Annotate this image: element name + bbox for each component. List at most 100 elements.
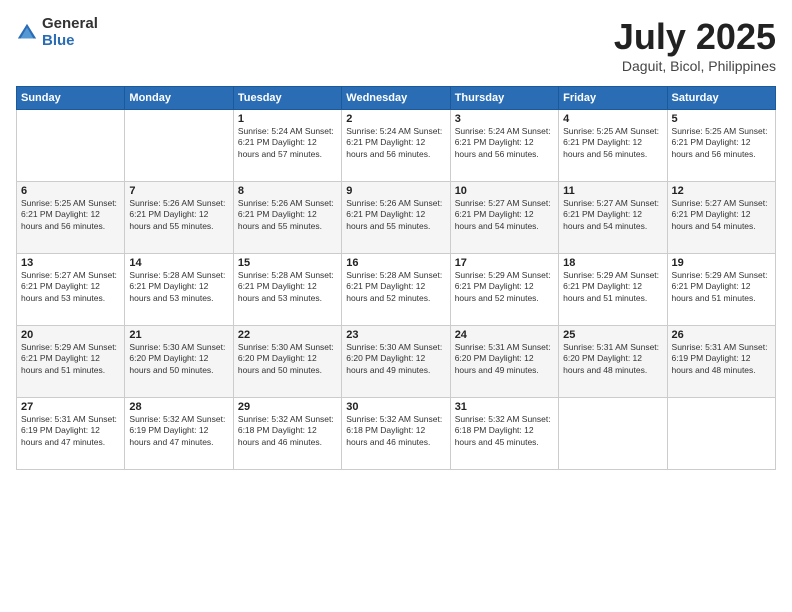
day-number: 12: [672, 185, 771, 197]
calendar-cell: 19Sunrise: 5:29 AM Sunset: 6:21 PM Dayli…: [667, 254, 775, 326]
calendar-week-row: 1 Sunrise: 5:24 AM Sunset: 6:21 PM Daylig…: [17, 110, 776, 182]
day-number: 31: [455, 401, 554, 413]
calendar-week-row: 6Sunrise: 5:25 AM Sunset: 6:21 PM Daylig…: [17, 182, 776, 254]
day-number: 21: [129, 329, 228, 341]
calendar-cell: 3Sunrise: 5:24 AM Sunset: 6:21 PM Daylig…: [450, 110, 558, 182]
day-number: 5: [672, 113, 771, 125]
cell-content: Sunrise: 5:26 AM Sunset: 6:21 PM Dayligh…: [129, 198, 228, 232]
cell-content: Sunrise: 5:30 AM Sunset: 6:20 PM Dayligh…: [129, 342, 228, 376]
cell-content: Sunrise: 5:29 AM Sunset: 6:21 PM Dayligh…: [563, 270, 662, 304]
calendar-header-row: SundayMondayTuesdayWednesdayThursdayFrid…: [17, 87, 776, 110]
cell-content: Sunrise: 5:31 AM Sunset: 6:19 PM Dayligh…: [21, 414, 120, 448]
day-number: 22: [238, 329, 337, 341]
day-number: 6: [21, 185, 120, 197]
calendar-table: SundayMondayTuesdayWednesdayThursdayFrid…: [16, 86, 776, 470]
cell-content: Sunrise: 5:28 AM Sunset: 6:21 PM Dayligh…: [129, 270, 228, 304]
calendar-week-row: 13Sunrise: 5:27 AM Sunset: 6:21 PM Dayli…: [17, 254, 776, 326]
cell-content: Sunrise: 5:28 AM Sunset: 6:21 PM Dayligh…: [346, 270, 445, 304]
calendar-cell: 24Sunrise: 5:31 AM Sunset: 6:20 PM Dayli…: [450, 326, 558, 398]
day-number: 10: [455, 185, 554, 197]
day-number: 27: [21, 401, 120, 413]
calendar-cell: [559, 398, 667, 470]
day-number: 29: [238, 401, 337, 413]
cell-content: Sunrise: 5:32 AM Sunset: 6:18 PM Dayligh…: [346, 414, 445, 448]
day-number: 1: [238, 113, 337, 125]
cell-content: Sunrise: 5:27 AM Sunset: 6:21 PM Dayligh…: [21, 270, 120, 304]
calendar-cell: 31Sunrise: 5:32 AM Sunset: 6:18 PM Dayli…: [450, 398, 558, 470]
day-header-wednesday: Wednesday: [342, 87, 450, 110]
day-number: 14: [129, 257, 228, 269]
title-block: July 2025 Daguit, Bicol, Philippines: [614, 16, 776, 74]
cell-content: Sunrise: 5:32 AM Sunset: 6:18 PM Dayligh…: [455, 414, 554, 448]
calendar-cell: 1Sunrise: 5:24 AM Sunset: 6:21 PM Daylig…: [233, 110, 341, 182]
cell-content: Sunrise: 5:25 AM Sunset: 6:21 PM Dayligh…: [21, 198, 120, 232]
cell-content: Sunrise: 5:26 AM Sunset: 6:21 PM Dayligh…: [238, 198, 337, 232]
cell-content: Sunrise: 5:24 AM Sunset: 6:21 PM Dayligh…: [455, 126, 554, 160]
calendar-cell: 2Sunrise: 5:24 AM Sunset: 6:21 PM Daylig…: [342, 110, 450, 182]
day-number: 2: [346, 113, 445, 125]
calendar-cell: 29Sunrise: 5:32 AM Sunset: 6:18 PM Dayli…: [233, 398, 341, 470]
calendar-cell: 7Sunrise: 5:26 AM Sunset: 6:21 PM Daylig…: [125, 182, 233, 254]
day-number: 8: [238, 185, 337, 197]
calendar-cell: 18Sunrise: 5:29 AM Sunset: 6:21 PM Dayli…: [559, 254, 667, 326]
cell-content: Sunrise: 5:25 AM Sunset: 6:21 PM Dayligh…: [672, 126, 771, 160]
day-number: 4: [563, 113, 662, 125]
calendar-cell: 8Sunrise: 5:26 AM Sunset: 6:21 PM Daylig…: [233, 182, 341, 254]
calendar-cell: 27Sunrise: 5:31 AM Sunset: 6:19 PM Dayli…: [17, 398, 125, 470]
cell-content: Sunrise: 5:26 AM Sunset: 6:21 PM Dayligh…: [346, 198, 445, 232]
calendar-cell: [125, 110, 233, 182]
calendar-cell: 25Sunrise: 5:31 AM Sunset: 6:20 PM Dayli…: [559, 326, 667, 398]
calendar-cell: 15Sunrise: 5:28 AM Sunset: 6:21 PM Dayli…: [233, 254, 341, 326]
calendar-cell: 17Sunrise: 5:29 AM Sunset: 6:21 PM Dayli…: [450, 254, 558, 326]
calendar-cell: 4Sunrise: 5:25 AM Sunset: 6:21 PM Daylig…: [559, 110, 667, 182]
calendar-cell: 14Sunrise: 5:28 AM Sunset: 6:21 PM Dayli…: [125, 254, 233, 326]
calendar-cell: 26Sunrise: 5:31 AM Sunset: 6:19 PM Dayli…: [667, 326, 775, 398]
day-header-sunday: Sunday: [17, 87, 125, 110]
day-number: 3: [455, 113, 554, 125]
day-number: 19: [672, 257, 771, 269]
day-header-saturday: Saturday: [667, 87, 775, 110]
calendar-cell: 9Sunrise: 5:26 AM Sunset: 6:21 PM Daylig…: [342, 182, 450, 254]
logo-text: General Blue: [42, 16, 98, 49]
calendar-cell: 13Sunrise: 5:27 AM Sunset: 6:21 PM Dayli…: [17, 254, 125, 326]
calendar-cell: 12Sunrise: 5:27 AM Sunset: 6:21 PM Dayli…: [667, 182, 775, 254]
day-number: 18: [563, 257, 662, 269]
calendar-week-row: 27Sunrise: 5:31 AM Sunset: 6:19 PM Dayli…: [17, 398, 776, 470]
cell-content: Sunrise: 5:29 AM Sunset: 6:21 PM Dayligh…: [455, 270, 554, 304]
cell-content: Sunrise: 5:30 AM Sunset: 6:20 PM Dayligh…: [238, 342, 337, 376]
logo-general: General: [42, 16, 98, 33]
calendar-cell: [17, 110, 125, 182]
cell-content: Sunrise: 5:27 AM Sunset: 6:21 PM Dayligh…: [672, 198, 771, 232]
cell-content: Sunrise: 5:30 AM Sunset: 6:20 PM Dayligh…: [346, 342, 445, 376]
day-header-friday: Friday: [559, 87, 667, 110]
day-number: 28: [129, 401, 228, 413]
logo-icon: [16, 22, 38, 44]
month-year: July 2025: [614, 16, 776, 58]
calendar-cell: 22Sunrise: 5:30 AM Sunset: 6:20 PM Dayli…: [233, 326, 341, 398]
calendar-cell: 11Sunrise: 5:27 AM Sunset: 6:21 PM Dayli…: [559, 182, 667, 254]
day-number: 16: [346, 257, 445, 269]
day-number: 11: [563, 185, 662, 197]
header: General Blue July 2025 Daguit, Bicol, Ph…: [16, 16, 776, 74]
cell-content: Sunrise: 5:28 AM Sunset: 6:21 PM Dayligh…: [238, 270, 337, 304]
day-number: 17: [455, 257, 554, 269]
cell-content: Sunrise: 5:24 AM Sunset: 6:21 PM Dayligh…: [346, 126, 445, 160]
calendar-cell: 23Sunrise: 5:30 AM Sunset: 6:20 PM Dayli…: [342, 326, 450, 398]
day-number: 7: [129, 185, 228, 197]
day-number: 24: [455, 329, 554, 341]
calendar-cell: 21Sunrise: 5:30 AM Sunset: 6:20 PM Dayli…: [125, 326, 233, 398]
day-number: 20: [21, 329, 120, 341]
cell-content: Sunrise: 5:25 AM Sunset: 6:21 PM Dayligh…: [563, 126, 662, 160]
day-number: 9: [346, 185, 445, 197]
calendar-cell: 10Sunrise: 5:27 AM Sunset: 6:21 PM Dayli…: [450, 182, 558, 254]
calendar-cell: 28Sunrise: 5:32 AM Sunset: 6:19 PM Dayli…: [125, 398, 233, 470]
day-number: 25: [563, 329, 662, 341]
day-number: 15: [238, 257, 337, 269]
day-header-monday: Monday: [125, 87, 233, 110]
cell-content: Sunrise: 5:27 AM Sunset: 6:21 PM Dayligh…: [563, 198, 662, 232]
calendar-cell: 20Sunrise: 5:29 AM Sunset: 6:21 PM Dayli…: [17, 326, 125, 398]
day-number: 26: [672, 329, 771, 341]
cell-content: Sunrise: 5:29 AM Sunset: 6:21 PM Dayligh…: [21, 342, 120, 376]
calendar-week-row: 20Sunrise: 5:29 AM Sunset: 6:21 PM Dayli…: [17, 326, 776, 398]
calendar-cell: 5Sunrise: 5:25 AM Sunset: 6:21 PM Daylig…: [667, 110, 775, 182]
